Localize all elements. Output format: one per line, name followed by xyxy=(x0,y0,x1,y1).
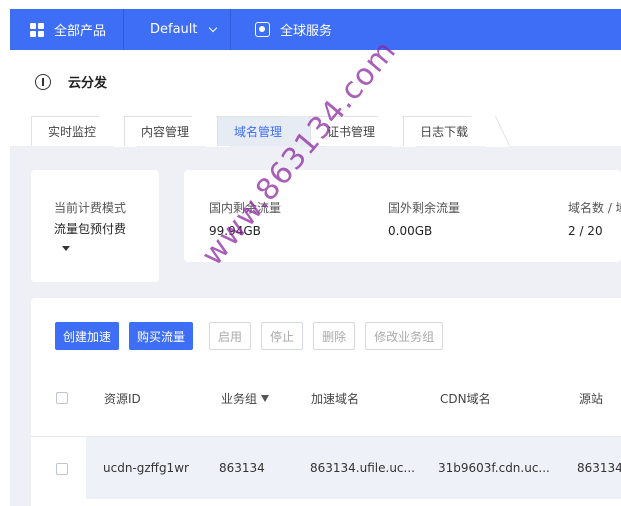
global-services-menu[interactable]: 全球服务 xyxy=(231,9,332,50)
select-all-checkbox[interactable] xyxy=(56,392,68,404)
cell-acceleration-domain: 863134.ufile.uc... xyxy=(310,461,415,475)
stat-value: 99.94GB xyxy=(209,224,261,238)
column-acceleration-domain: 加速域名 xyxy=(311,391,360,406)
grid-icon xyxy=(30,22,44,37)
chevron-down-icon xyxy=(208,23,217,32)
tab-label: 域名管理 xyxy=(234,125,283,139)
project-label: Default xyxy=(150,22,198,37)
cell-cdn-domain: 31b9603f.cdn.uc... xyxy=(438,461,550,475)
project-selector[interactable]: Default xyxy=(124,9,231,50)
billing-mode-card: 当前计费模式 流量包预付费 xyxy=(31,170,159,282)
column-cdn-domain: CDN域名 xyxy=(440,391,491,406)
cell-business-group: 863134 xyxy=(219,461,265,475)
enable-button[interactable]: 启用 xyxy=(209,322,252,350)
select-all-checkbox-cell xyxy=(56,380,68,416)
billing-mode-label: 当前计费模式 xyxy=(54,201,127,215)
billing-mode-value: 流量包预付费 xyxy=(54,222,127,236)
delete-button[interactable]: 删除 xyxy=(313,322,356,350)
title-row: 云分发 xyxy=(35,72,107,91)
column-origin: 源站 xyxy=(579,391,604,406)
edit-business-group-button[interactable]: 修改业务组 xyxy=(365,322,444,350)
traffic-stats-card: 国内剩余流量 99.94GB 国外剩余流量 0.00GB 域名数 / 域名上限 … xyxy=(184,170,621,262)
tab-label: 实时监控 xyxy=(48,125,97,139)
cell-resource-id[interactable]: ucdn-gzffg1wr xyxy=(103,437,189,499)
buy-traffic-button[interactable]: 购买流量 xyxy=(129,322,194,350)
tab-content-management[interactable]: 内容管理 xyxy=(124,116,206,146)
page-header: 云分发 实时监控 内容管理 域名管理 证书管理 日志下载 xyxy=(10,50,621,146)
column-business-group: 业务组 xyxy=(221,380,270,416)
caret-down-icon[interactable] xyxy=(62,246,70,251)
stat-label: 域名数 / 域名上限 xyxy=(568,201,621,215)
row-checkbox[interactable] xyxy=(56,463,68,475)
domestic-traffic-stat: 国内剩余流量 99.94GB xyxy=(209,199,281,238)
page-title: 云分发 xyxy=(68,76,108,91)
stat-label: 国内剩余流量 xyxy=(209,201,282,215)
domain-count-stat: 域名数 / 域名上限 2 / 20 xyxy=(568,199,621,238)
filter-icon[interactable] xyxy=(261,394,270,402)
globe-icon xyxy=(255,22,270,37)
cell-origin: 863134 xyxy=(577,461,621,475)
overseas-traffic-stat: 国外剩余流量 0.00GB xyxy=(388,199,460,238)
tab-certificate-management[interactable]: 证书管理 xyxy=(310,116,392,146)
table-header: 资源ID 业务组 加速域名 CDN域名 源站 xyxy=(31,380,621,416)
tab-label: 日志下载 xyxy=(420,125,469,139)
tab-label: 证书管理 xyxy=(327,125,376,139)
all-products-menu[interactable]: 全部产品 xyxy=(10,9,124,50)
stat-value: 2 / 20 xyxy=(568,224,603,238)
domain-table-card: 创建加速 购买流量 启用 停止 删除 修改业务组 资源ID 业务组 加速域名 C… xyxy=(31,298,621,506)
table-toolbar: 创建加速 购买流量 启用 停止 删除 修改业务组 xyxy=(55,322,453,350)
stat-value: 0.00GB xyxy=(388,224,433,238)
table-row[interactable]: ucdn-gzffg1wr 863134 863134.ufile.uc... … xyxy=(86,437,621,499)
tab-domain-management[interactable]: 域名管理 xyxy=(217,116,299,146)
app-frame: 全部产品 Default 全球服务 云分发 实时监控 内容管理 域名管理 证书管… xyxy=(10,9,621,506)
top-navigation: 全部产品 Default 全球服务 xyxy=(10,9,621,50)
tab-realtime-monitor[interactable]: 实时监控 xyxy=(31,116,113,146)
tab-log-download[interactable]: 日志下载 xyxy=(403,116,485,146)
column-label: 业务组 xyxy=(221,391,258,406)
cdn-logo-icon xyxy=(35,73,51,90)
global-services-label: 全球服务 xyxy=(280,24,333,39)
all-products-label: 全部产品 xyxy=(54,24,107,39)
column-resource-id: 资源ID xyxy=(104,391,141,406)
tab-label: 内容管理 xyxy=(141,125,190,139)
tab-bar: 实时监控 内容管理 域名管理 证书管理 日志下载 xyxy=(31,115,496,146)
stop-button[interactable]: 停止 xyxy=(261,322,304,350)
create-acceleration-button[interactable]: 创建加速 xyxy=(55,322,120,350)
stat-label: 国外剩余流量 xyxy=(388,201,461,215)
